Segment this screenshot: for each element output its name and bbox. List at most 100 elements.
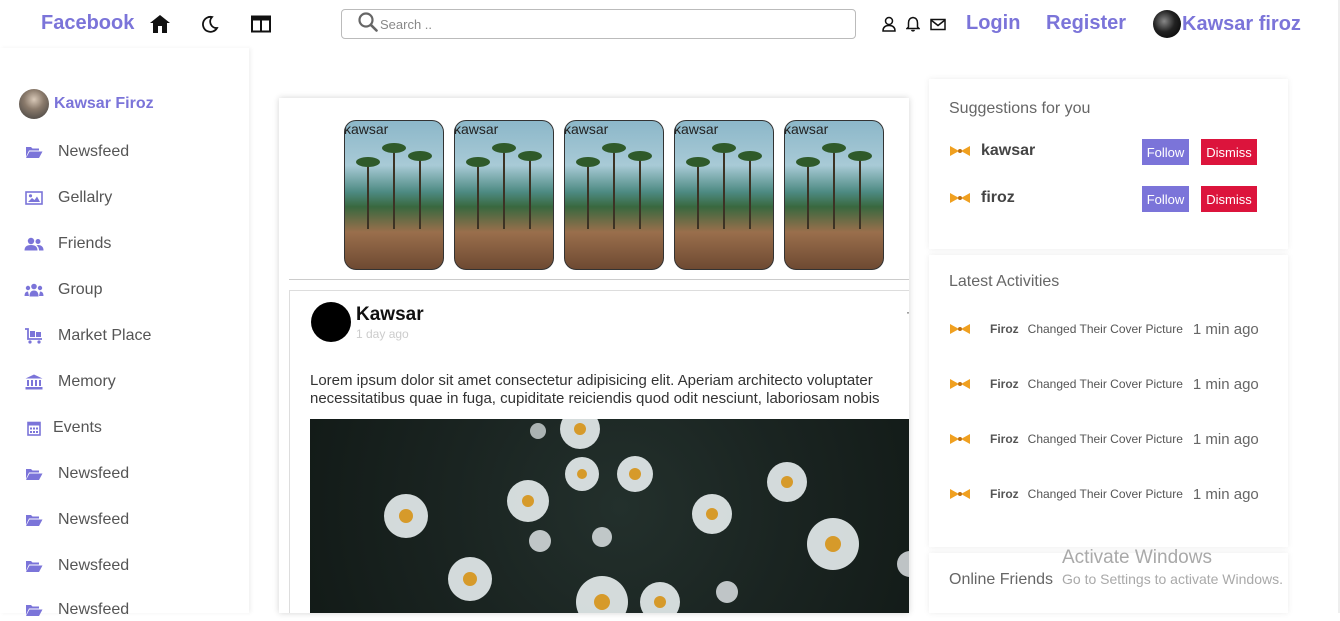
activity-text: Changed Their Cover Picture bbox=[1027, 322, 1183, 336]
top-navbar: Facebook Login Register Kawsar firoz bbox=[0, 0, 1340, 48]
dismiss-button[interactable]: Dismiss bbox=[1201, 186, 1257, 212]
sidebar-item-label: Memory bbox=[58, 373, 116, 390]
suggestions-title: Suggestions for you bbox=[949, 100, 1091, 117]
users-icon bbox=[24, 235, 44, 253]
folder-open-icon bbox=[24, 601, 44, 619]
sidebar-item-label: Group bbox=[58, 281, 103, 298]
suggestion-name[interactable]: kawsar bbox=[981, 142, 1035, 160]
story-label: kawsar bbox=[454, 121, 499, 137]
sidebar-item-label: Newsfeed bbox=[58, 465, 130, 482]
activate-windows-watermark: Activate Windows Go to Settings to activ… bbox=[1062, 547, 1283, 587]
moon-icon[interactable] bbox=[198, 12, 222, 36]
folder-open-icon bbox=[24, 557, 44, 575]
suggestion-avatar-icon bbox=[950, 193, 970, 203]
avatar bbox=[1153, 10, 1181, 38]
suggestion-name[interactable]: firoz bbox=[981, 189, 1015, 207]
activity-avatar-icon bbox=[950, 489, 970, 499]
suggestions-card: Suggestions for you kawsar Follow Dismis… bbox=[929, 79, 1288, 249]
activity-item[interactable]: Firoz Changed Their Cover Picture 1 min … bbox=[949, 374, 1279, 394]
activity-text: Changed Their Cover Picture bbox=[1027, 487, 1183, 501]
story-card[interactable]: kawsar bbox=[564, 120, 664, 270]
folder-open-icon bbox=[24, 465, 44, 483]
search-bar[interactable] bbox=[341, 9, 856, 39]
post-menu-icon[interactable]: · bbox=[906, 305, 909, 319]
home-icon[interactable] bbox=[148, 12, 172, 36]
post-text: Lorem ipsum dolor sit amet consectetur a… bbox=[310, 372, 909, 408]
folder-open-icon bbox=[24, 511, 44, 529]
sidebar-item-newsfeed[interactable]: Newsfeed bbox=[24, 141, 129, 163]
sidebar-item-events[interactable]: Events bbox=[24, 417, 102, 439]
story-label: kawsar bbox=[674, 121, 719, 137]
mail-icon[interactable] bbox=[929, 15, 947, 33]
user-icon[interactable] bbox=[880, 15, 898, 33]
activity-time: 1 min ago bbox=[1192, 485, 1259, 503]
bank-icon bbox=[24, 373, 44, 391]
story-label: kawsar bbox=[344, 121, 389, 137]
activity-text: Changed Their Cover Picture bbox=[1027, 432, 1183, 446]
sidebar-item-memory[interactable]: Memory bbox=[24, 371, 116, 393]
activity-user: Firoz bbox=[990, 377, 1019, 391]
sidebar-item-newsfeed[interactable]: Newsfeed bbox=[24, 463, 129, 485]
suggestion-item: kawsar bbox=[949, 142, 1035, 160]
image-icon bbox=[24, 189, 44, 207]
post-image[interactable] bbox=[310, 419, 909, 613]
search-input[interactable] bbox=[380, 16, 780, 32]
sidebar-item-newsfeed[interactable]: Newsfeed bbox=[24, 599, 129, 621]
sidebar-item-newsfeed[interactable]: Newsfeed bbox=[24, 555, 129, 577]
post-timestamp: 1 day ago bbox=[356, 327, 409, 341]
profile-menu[interactable]: Kawsar firoz bbox=[1153, 10, 1301, 38]
sidebar-item-label: Events bbox=[53, 419, 102, 436]
post-text-line: necessitatibus quae in fuga, cupiditate … bbox=[310, 390, 880, 407]
story-label: kawsar bbox=[564, 121, 609, 137]
watermark-subtitle: Go to Settings to activate Windows. bbox=[1062, 571, 1283, 587]
sidebar-item-label: Newsfeed bbox=[58, 143, 130, 160]
activity-avatar-icon bbox=[950, 324, 970, 334]
sidebar-item-label: Newsfeed bbox=[58, 511, 130, 528]
activity-avatar-icon bbox=[950, 434, 970, 444]
activities-title: Latest Activities bbox=[949, 273, 1060, 290]
group-icon bbox=[24, 281, 44, 299]
story-card[interactable]: kawsar bbox=[454, 120, 554, 270]
sidebar: Kawsar Firoz Newsfeed Gellalry Friends G… bbox=[0, 48, 249, 618]
dismiss-button[interactable]: Dismiss bbox=[1201, 139, 1257, 165]
story-card[interactable]: kawsar bbox=[674, 120, 774, 270]
sidebar-profile-name: Kawsar Firoz bbox=[54, 95, 154, 112]
folder-open-icon bbox=[24, 143, 44, 161]
sidebar-profile[interactable]: Kawsar Firoz bbox=[19, 89, 154, 119]
activity-user: Firoz bbox=[990, 432, 1019, 446]
search-icon bbox=[358, 11, 378, 37]
sidebar-item-group[interactable]: Group bbox=[24, 279, 102, 301]
story-card[interactable]: kawsar bbox=[344, 120, 444, 270]
post-author-avatar[interactable] bbox=[311, 302, 351, 342]
right-panel: Suggestions for you kawsar Follow Dismis… bbox=[929, 79, 1288, 613]
latest-activities-card: Latest Activities Firoz Changed Their Co… bbox=[929, 255, 1288, 547]
post-author-name[interactable]: Kawsar bbox=[356, 304, 424, 326]
sidebar-item-gallery[interactable]: Gellalry bbox=[24, 187, 112, 209]
sidebar-item-label: Newsfeed bbox=[58, 557, 130, 574]
post-text-line: Lorem ipsum dolor sit amet consectetur a… bbox=[310, 372, 873, 389]
sidebar-item-market-place[interactable]: Market Place bbox=[24, 325, 151, 347]
calendar-icon bbox=[24, 419, 44, 437]
brand-logo[interactable]: Facebook bbox=[41, 12, 134, 35]
story-card[interactable]: kawsar bbox=[784, 120, 884, 270]
suggestion-item: firoz bbox=[949, 189, 1015, 207]
follow-button[interactable]: Follow bbox=[1142, 186, 1189, 212]
suggestion-avatar-icon bbox=[950, 146, 970, 156]
activity-item[interactable]: Firoz Changed Their Cover Picture 1 min … bbox=[949, 484, 1279, 504]
sidebar-item-newsfeed[interactable]: Newsfeed bbox=[24, 509, 129, 531]
follow-button[interactable]: Follow bbox=[1142, 139, 1189, 165]
online-friends-title: Online Friends bbox=[949, 571, 1054, 588]
activity-user: Firoz bbox=[990, 487, 1019, 501]
activity-item[interactable]: Firoz Changed Their Cover Picture 1 min … bbox=[949, 319, 1279, 339]
sidebar-item-label: Friends bbox=[58, 235, 112, 252]
bell-icon[interactable] bbox=[904, 15, 922, 33]
sidebar-item-friends[interactable]: Friends bbox=[24, 233, 111, 255]
activity-user: Firoz bbox=[990, 322, 1019, 336]
cart-icon bbox=[24, 327, 44, 345]
login-link[interactable]: Login bbox=[966, 12, 1020, 35]
register-link[interactable]: Register bbox=[1046, 12, 1126, 35]
feed-panel: kawsar kawsar kawsar kawsar kawsar Kawsa… bbox=[279, 98, 909, 613]
layout-icon[interactable] bbox=[249, 12, 273, 36]
divider bbox=[289, 279, 909, 280]
activity-item[interactable]: Firoz Changed Their Cover Picture 1 min … bbox=[949, 429, 1279, 449]
